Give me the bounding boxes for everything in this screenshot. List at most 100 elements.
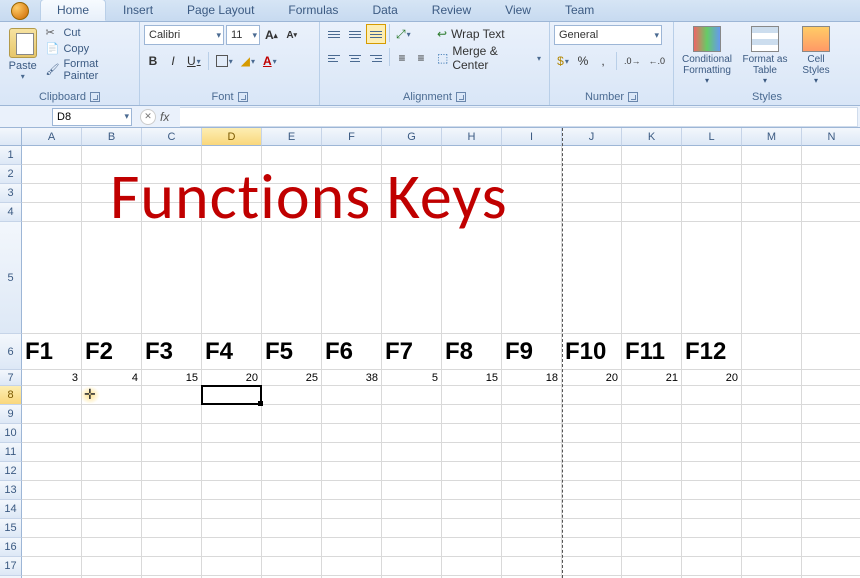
cell-I15[interactable]	[502, 519, 562, 538]
col-header-H[interactable]: H	[442, 128, 502, 146]
conditional-formatting-button[interactable]: Conditional Formatting▾	[678, 24, 736, 89]
tab-view[interactable]: View	[488, 0, 548, 21]
cell-E15[interactable]	[262, 519, 322, 538]
formula-input[interactable]	[180, 107, 858, 127]
cell-M6[interactable]	[742, 334, 802, 370]
cell-M4[interactable]	[742, 203, 802, 222]
cell-F16[interactable]	[322, 538, 382, 557]
row-header-7[interactable]: 7	[0, 370, 22, 386]
office-button[interactable]	[4, 0, 36, 22]
cell-L1[interactable]	[682, 146, 742, 165]
cell-D12[interactable]	[202, 462, 262, 481]
cell-I14[interactable]	[502, 500, 562, 519]
cell-C9[interactable]	[142, 405, 202, 424]
cell-G9[interactable]	[382, 405, 442, 424]
row-header-4[interactable]: 4	[0, 203, 22, 222]
orientation-button[interactable]: ⤢	[393, 24, 414, 44]
align-top-button[interactable]	[324, 24, 344, 44]
cell-A8[interactable]	[22, 386, 82, 405]
cell-B15[interactable]	[82, 519, 142, 538]
cell-K17[interactable]	[622, 557, 682, 576]
cell-J11[interactable]	[562, 443, 622, 462]
cell-H10[interactable]	[442, 424, 502, 443]
cell-H12[interactable]	[442, 462, 502, 481]
col-header-K[interactable]: K	[622, 128, 682, 146]
cell-M15[interactable]	[742, 519, 802, 538]
cell-N4[interactable]	[802, 203, 860, 222]
row-headers[interactable]: 1234567891011121314151617181920	[0, 146, 22, 578]
cell-H1[interactable]	[442, 146, 502, 165]
cell-J2[interactable]	[562, 165, 622, 184]
cell-G8[interactable]	[382, 386, 442, 405]
cell-C15[interactable]	[142, 519, 202, 538]
cell-C6[interactable]: F3	[142, 334, 202, 370]
cell-B17[interactable]	[82, 557, 142, 576]
format-as-table-button[interactable]: Format as Table▾	[736, 24, 794, 89]
cell-N11[interactable]	[802, 443, 860, 462]
cell-J9[interactable]	[562, 405, 622, 424]
cell-C5[interactable]	[142, 222, 202, 334]
fill-color-button[interactable]: ◢	[238, 51, 258, 71]
cell-L12[interactable]	[682, 462, 742, 481]
cell-J6[interactable]: F10	[562, 334, 622, 370]
cell-B1[interactable]	[82, 146, 142, 165]
cell-M13[interactable]	[742, 481, 802, 500]
cell-H8[interactable]	[442, 386, 502, 405]
cell-H17[interactable]	[442, 557, 502, 576]
cell-L17[interactable]	[682, 557, 742, 576]
cell-L11[interactable]	[682, 443, 742, 462]
cell-F3[interactable]	[322, 184, 382, 203]
percent-button[interactable]: %	[574, 51, 592, 71]
cell-E14[interactable]	[262, 500, 322, 519]
row-header-6[interactable]: 6	[0, 334, 22, 370]
cell-I9[interactable]	[502, 405, 562, 424]
cell-M9[interactable]	[742, 405, 802, 424]
cell-F15[interactable]	[322, 519, 382, 538]
cell-M16[interactable]	[742, 538, 802, 557]
grow-font-button[interactable]: A▴	[262, 25, 281, 45]
cell-E7[interactable]: 25	[262, 370, 322, 386]
cell-M3[interactable]	[742, 184, 802, 203]
cell-B6[interactable]: F2	[82, 334, 142, 370]
shrink-font-button[interactable]: A▾	[283, 25, 301, 45]
align-left-button[interactable]	[324, 48, 344, 68]
cell-I3[interactable]	[502, 184, 562, 203]
cut-button[interactable]: ✂Cut	[45, 26, 135, 40]
cell-B7[interactable]: 4	[82, 370, 142, 386]
cell-G10[interactable]	[382, 424, 442, 443]
cell-E3[interactable]	[262, 184, 322, 203]
cell-F12[interactable]	[322, 462, 382, 481]
cells-area[interactable]: F1F2F3F4F5F6F7F8F9F10F11F123415202538515…	[22, 146, 860, 578]
cell-F5[interactable]	[322, 222, 382, 334]
cell-D5[interactable]	[202, 222, 262, 334]
cell-D14[interactable]	[202, 500, 262, 519]
cell-E9[interactable]	[262, 405, 322, 424]
cell-E16[interactable]	[262, 538, 322, 557]
tab-review[interactable]: Review	[415, 0, 488, 21]
row-header-5[interactable]: 5	[0, 222, 22, 334]
cell-C16[interactable]	[142, 538, 202, 557]
col-header-G[interactable]: G	[382, 128, 442, 146]
align-bottom-button[interactable]	[366, 24, 386, 44]
cell-N2[interactable]	[802, 165, 860, 184]
cell-H11[interactable]	[442, 443, 502, 462]
cell-H16[interactable]	[442, 538, 502, 557]
cell-J16[interactable]	[562, 538, 622, 557]
cell-L15[interactable]	[682, 519, 742, 538]
cell-I1[interactable]	[502, 146, 562, 165]
decrease-indent-button[interactable]: ≡	[393, 48, 411, 68]
cell-A15[interactable]	[22, 519, 82, 538]
font-color-button[interactable]: A	[260, 51, 280, 71]
cell-N17[interactable]	[802, 557, 860, 576]
cell-F14[interactable]	[322, 500, 382, 519]
cell-H5[interactable]	[442, 222, 502, 334]
col-header-B[interactable]: B	[82, 128, 142, 146]
cell-B3[interactable]	[82, 184, 142, 203]
cell-C17[interactable]	[142, 557, 202, 576]
cell-A10[interactable]	[22, 424, 82, 443]
cell-E13[interactable]	[262, 481, 322, 500]
cell-E12[interactable]	[262, 462, 322, 481]
row-header-3[interactable]: 3	[0, 184, 22, 203]
cell-N15[interactable]	[802, 519, 860, 538]
number-launcher[interactable]	[628, 92, 638, 102]
